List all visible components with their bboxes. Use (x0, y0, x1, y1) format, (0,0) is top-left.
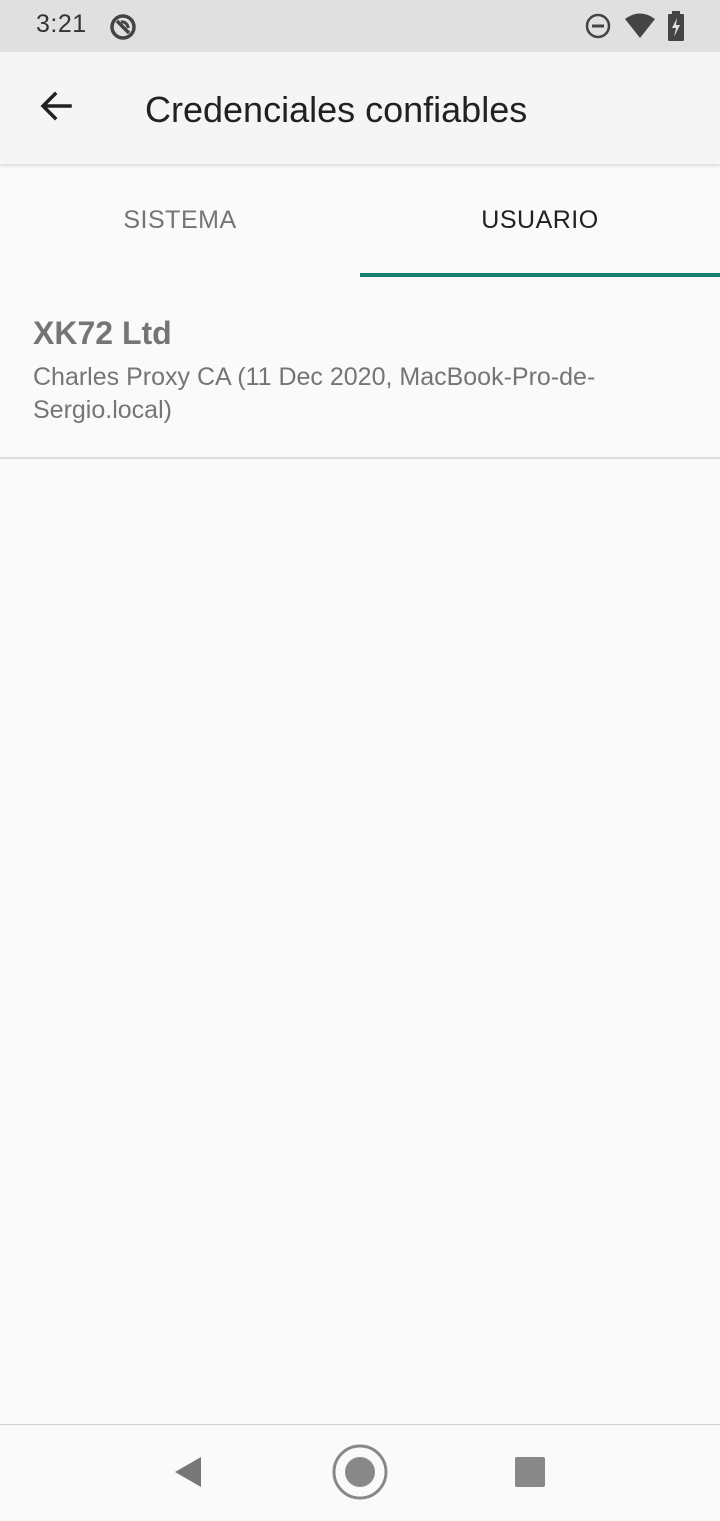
back-button[interactable] (24, 80, 88, 136)
status-bar: 3:21 (0, 0, 720, 52)
tab-sistema[interactable]: SISTEMA (0, 164, 360, 277)
tab-usuario[interactable]: USUARIO (360, 164, 720, 277)
app-bar: Credenciales confiables (0, 52, 720, 164)
status-time: 3:21 (36, 10, 87, 38)
page-title: Credenciales confiables (145, 89, 528, 130)
do-not-disturb-icon (584, 12, 612, 45)
tab-bar: SISTEMA USUARIO (0, 164, 720, 277)
nav-recents-button[interactable] (495, 1439, 565, 1509)
nav-home-button[interactable] (325, 1439, 395, 1509)
battery-charging-icon (666, 10, 686, 47)
list-divider (0, 457, 720, 459)
certificate-list-item[interactable]: XK72 Ltd Charles Proxy CA (11 Dec 2020, … (0, 277, 720, 457)
nav-back-button[interactable] (153, 1439, 223, 1509)
sync-disabled-icon (108, 12, 138, 47)
home-circle-icon (330, 1442, 390, 1507)
recents-square-icon (514, 1456, 546, 1493)
certificate-title: XK72 Ltd (33, 315, 172, 351)
arrow-back-icon (38, 88, 74, 129)
wifi-icon (624, 12, 656, 45)
certificate-subtitle: Charles Proxy CA (11 Dec 2020, MacBook-P… (33, 363, 596, 424)
navigation-bar (0, 1424, 720, 1521)
back-triangle-icon (171, 1455, 205, 1494)
